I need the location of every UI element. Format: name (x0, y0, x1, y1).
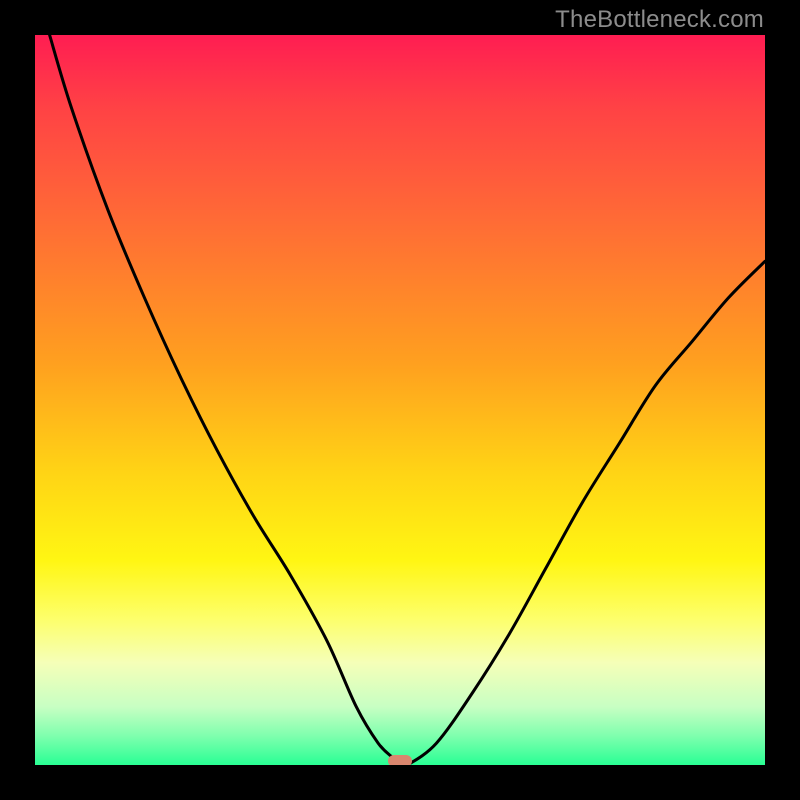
watermark-text: TheBottleneck.com (555, 6, 764, 34)
plot-area (35, 35, 765, 765)
curve-layer (35, 35, 765, 765)
bottleneck-curve (50, 35, 765, 765)
chart-frame: TheBottleneck.com (0, 0, 800, 800)
trough-marker (388, 755, 412, 765)
